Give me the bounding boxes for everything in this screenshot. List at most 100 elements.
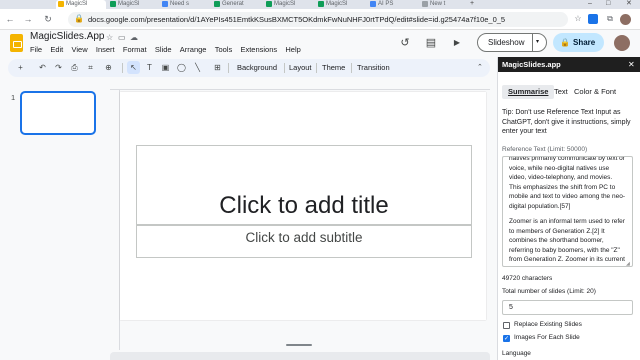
minimize-button[interactable]: – [588,0,592,8]
browser-tab[interactable]: Generat [212,0,264,9]
slides-logo-icon[interactable] [10,34,23,52]
browser-tab-strip: MagicSl MagicSl Need s Generat MagicSl M… [0,0,640,9]
avatar[interactable] [614,35,630,51]
new-slide-icon[interactable]: + [14,61,27,74]
horizontal-ruler[interactable] [110,80,490,90]
docs-header: MagicSlides.App ☆ ▭ ☁ File Edit View Ins… [0,30,640,57]
slide-canvas[interactable]: Click to add title Click to add subtitle [120,92,486,320]
replace-existing-checkbox[interactable] [503,322,510,329]
panel-title: MagicSlides.app [502,60,561,69]
redo-icon[interactable]: ↷ [52,61,65,74]
browser-tab[interactable]: Need s [160,0,212,9]
profile-avatar-icon[interactable] [620,14,631,25]
reference-paragraph: Zoomer is an informal term used to refer… [509,218,625,266]
reference-paragraph: natives primarily communicate by text or… [509,156,625,210]
select-icon[interactable]: ↖ [127,61,140,74]
new-tab-button[interactable]: + [470,0,474,8]
slides-favicon-icon [58,1,64,7]
images-each-slide-checkbox[interactable]: ✓ [503,335,510,342]
toolbar-divider [228,63,229,73]
forward-button[interactable]: → [22,13,34,25]
maximize-button[interactable]: □ [606,0,610,8]
close-icon[interactable]: ✕ [628,57,635,72]
slideshow-button[interactable]: Slideshow ▾ [477,33,547,52]
menu-bar: File Edit View Insert Format Slide Arran… [30,45,307,55]
back-button[interactable]: ← [4,13,16,25]
menu-tools[interactable]: Tools [215,45,233,54]
theme-button[interactable]: Theme [322,59,345,77]
collapse-toolbar-icon[interactable]: ⌃ [477,59,489,77]
menu-edit[interactable]: Edit [50,45,63,54]
browser-tab[interactable]: MagicSl [56,0,106,9]
extensions-puzzle-icon[interactable]: ⧉ [604,13,616,25]
undo-icon[interactable]: ↶ [36,61,49,74]
line-icon[interactable]: ╲ [191,61,204,74]
browser-tab[interactable]: MagicSl [264,0,316,9]
layout-button[interactable]: Layout [289,59,312,77]
favicon-icon [266,1,272,7]
menu-file[interactable]: File [30,45,42,54]
subtitle-placeholder-text: Click to add subtitle [245,230,363,245]
move-folder-icon[interactable]: ▭ [118,33,126,42]
bookmark-star-icon[interactable]: ☆ [572,13,584,25]
menu-extensions[interactable]: Extensions [240,45,277,54]
comments-icon[interactable]: ▤ [424,36,438,50]
menu-help[interactable]: Help [285,45,300,54]
reference-text-label: Reference Text (Limit: 50000) [502,146,588,153]
extension-icon[interactable] [588,14,598,24]
character-count: 49720 characters [502,275,553,282]
replace-existing-label: Replace Existing Slides [514,321,582,328]
window-close-button[interactable]: ✕ [626,0,632,8]
menu-insert[interactable]: Insert [96,45,115,54]
insert-comment-icon[interactable]: ⊞ [211,61,224,74]
lock-icon: 🔒 [560,38,570,47]
image-icon[interactable]: ▣ [159,61,172,74]
share-button[interactable]: 🔒 Share [553,33,604,52]
menu-view[interactable]: View [72,45,88,54]
star-icon[interactable]: ☆ [106,33,113,42]
slides-count-label: Total number of slides (Limit: 20) [502,288,596,295]
background-button[interactable]: Background [237,59,277,77]
transition-button[interactable]: Transition [357,59,390,77]
panel-tabs: Summarise Text Color & Font [502,85,638,99]
browser-tab[interactable]: New t [420,0,466,9]
zoom-icon[interactable]: ⊕ [102,61,115,74]
resize-grip-icon[interactable]: ◢ [626,261,630,267]
print-icon[interactable]: ⎙ [68,61,81,74]
tab-summarise[interactable]: Summarise [502,85,555,99]
slides-count-input[interactable]: 5 [502,300,633,315]
subtitle-placeholder[interactable]: Click to add subtitle [136,225,472,258]
toolbar-divider [122,63,123,73]
browser-tab[interactable]: AI PS [368,0,420,9]
menu-format[interactable]: Format [123,45,147,54]
shape-icon[interactable]: ◯ [175,61,188,74]
textbox-icon[interactable]: T [143,61,156,74]
title-placeholder[interactable]: Click to add title [136,145,472,225]
cloud-status-icon[interactable]: ☁ [130,33,138,42]
reference-text-input[interactable]: natives primarily communicate by text or… [502,156,633,267]
favicon-icon [370,1,376,7]
url-text: docs.google.com/presentation/d/1AYePIs45… [88,15,506,24]
paint-format-icon[interactable]: ⌗ [84,61,97,74]
browser-tab[interactable]: MagicSl [316,0,368,9]
slide-thumbnail[interactable] [20,91,96,135]
share-label: Share [573,38,596,47]
browser-tab[interactable]: MagicSl [108,0,160,9]
title-placeholder-text: Click to add title [219,192,389,219]
speaker-notes-handle[interactable] [286,344,312,346]
version-history-icon[interactable]: ↺ [398,36,412,50]
favicon-icon [110,1,116,7]
vertical-ruler[interactable] [110,90,120,350]
slideshow-label: Slideshow [488,38,525,47]
meet-icon[interactable]: ▶ [450,36,464,50]
slideshow-divider [532,34,533,51]
menu-arrange[interactable]: Arrange [180,45,207,54]
reload-button[interactable]: ↻ [42,13,54,25]
menu-slide[interactable]: Slide [155,45,172,54]
favicon-icon [214,1,220,7]
address-bar[interactable]: 🔒 docs.google.com/presentation/d/1AYePIs… [68,12,568,27]
tab-color-font[interactable]: Color & Font [568,85,622,99]
speaker-notes-area[interactable] [110,352,490,360]
document-title[interactable]: MagicSlides.App [30,31,104,42]
chevron-down-icon[interactable]: ▾ [536,34,539,51]
